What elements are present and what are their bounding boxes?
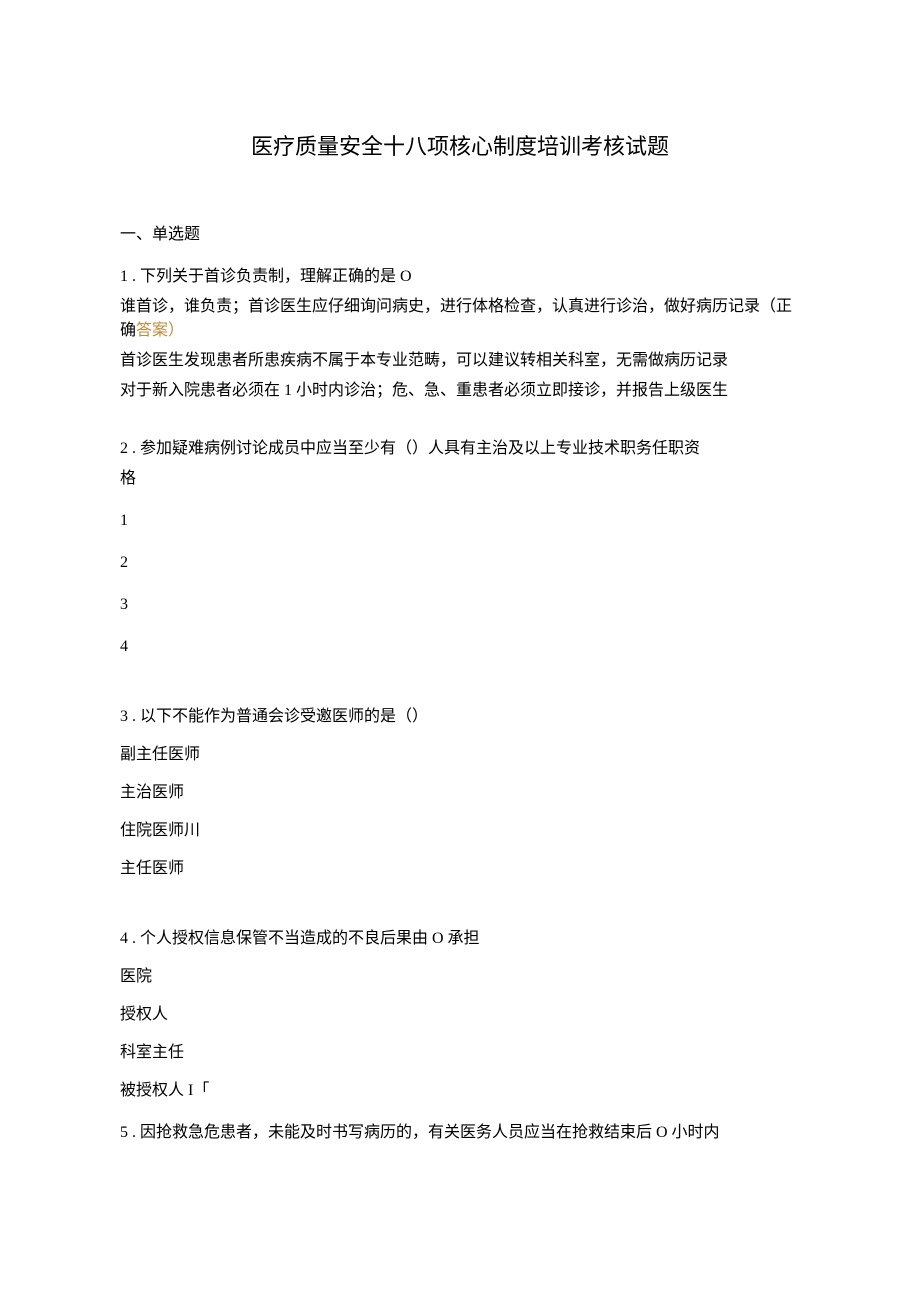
question-4: 4 . 个人授权信息保管不当造成的不良后果由 O 承担 医院 授权人 科室主任 … [120,927,800,1103]
question-stem: 4 . 个人授权信息保管不当造成的不良后果由 O 承担 [120,927,800,951]
question-option: 医院 [120,965,800,989]
question-stem: 5 . 因抢救急危患者，未能及时书写病历的，有关医务人员应当在抢救结束后 O 小… [120,1121,800,1145]
spacer [120,409,800,437]
question-option: 副主任医师 [120,743,800,767]
spacer [120,915,800,927]
document-page: 医疗质量安全十八项核心制度培训考核试题 一、单选题 1 . 下列关于首诊负责制，… [0,0,920,1301]
question-option: 被授权人 I「 [120,1079,800,1103]
question-option: 2 [120,551,800,575]
question-1: 1 . 下列关于首诊负责制，理解正确的是 O 谁首诊，谁负责；首诊医生应仔细询问… [120,265,800,403]
question-option: 授权人 [120,1003,800,1027]
question-option: 3 [120,593,800,617]
question-option: 谁首诊，谁负责；首诊医生应仔细询问病史，进行体格检查，认真进行诊治，做好病历记录… [120,295,800,343]
question-5: 5 . 因抢救急危患者，未能及时书写病历的，有关医务人员应当在抢救结束后 O 小… [120,1121,800,1145]
question-2: 2 . 参加疑难病例讨论成员中应当至少有（）人具有主治及以上专业技术职务任职资 … [120,437,800,659]
question-option: 住院医师川 [120,819,800,843]
spacer [120,887,800,915]
question-stem: 2 . 参加疑难病例讨论成员中应当至少有（）人具有主治及以上专业技术职务任职资 [120,437,800,461]
question-option: 主任医师 [120,857,800,881]
question-option: 对于新入院患者必须在 1 小时内诊治；危、急、重患者必须立即接诊，并报告上级医生 [120,379,800,403]
question-option: 科室主任 [120,1041,800,1065]
question-option: 4 [120,635,800,659]
question-stem: 1 . 下列关于首诊负责制，理解正确的是 O [120,265,800,289]
spacer [120,1109,800,1121]
option-text: 谁首诊，谁负责；首诊医生应仔细询问病史，进行体格检查，认真进行诊治，做好病历记录… [120,298,792,339]
spacer [120,693,800,705]
question-option: 首诊医生发现患者所患疾病不属于本专业范畴，可以建议转相关科室，无需做病历记录 [120,349,800,373]
question-3: 3 . 以下不能作为普通会诊受邀医师的是（） 副主任医师 主治医师 住院医师川 … [120,705,800,881]
question-stem: 3 . 以下不能作为普通会诊受邀医师的是（） [120,705,800,729]
answer-marker: 答案） [136,322,184,339]
question-option: 1 [120,509,800,533]
question-option: 主治医师 [120,781,800,805]
section-heading: 一、单选题 [120,223,800,247]
page-title: 医疗质量安全十八项核心制度培训考核试题 [120,130,800,163]
question-stem-cont: 格 [120,467,800,491]
spacer [120,665,800,693]
